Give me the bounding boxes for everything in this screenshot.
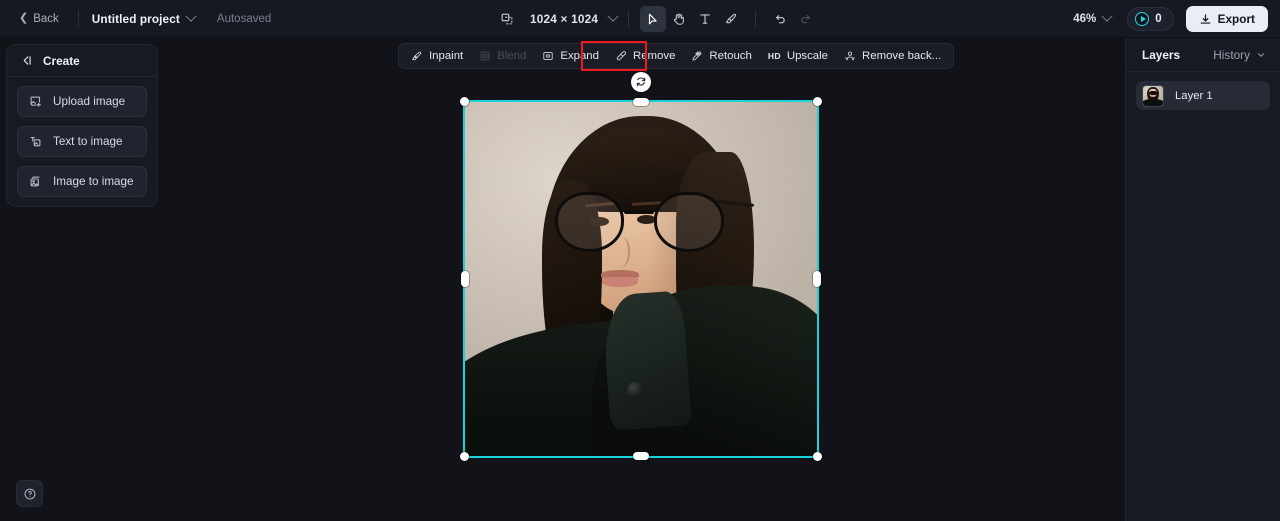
blend-button[interactable]: Blend (471, 46, 534, 66)
blend-label: Blend (497, 50, 527, 62)
image-to-image-icon (29, 175, 42, 188)
export-label: Export (1217, 12, 1255, 26)
hd-upscale-label: Upscale (786, 50, 829, 62)
upload-image-button[interactable]: Upload image (17, 86, 147, 117)
expand-button[interactable]: Expand (534, 46, 607, 66)
hd-upscale-button[interactable]: HD Upscale (760, 46, 836, 66)
project-name[interactable]: Untitled project (92, 12, 180, 26)
image-to-image-button[interactable]: Image to image (17, 166, 147, 197)
credit-coin-icon (1135, 12, 1150, 26)
back-label: Back (33, 12, 59, 25)
expand-label: Expand (560, 50, 599, 62)
resize-handle-left[interactable] (461, 271, 469, 287)
collapse-left-icon[interactable] (20, 54, 33, 67)
image-to-image-label: Image to image (53, 175, 134, 188)
upload-image-label: Upload image (53, 95, 126, 108)
tab-history[interactable]: History (1213, 48, 1266, 62)
chevron-left-icon: ❮ (19, 12, 29, 24)
layer-thumbnail (1142, 84, 1164, 107)
help-circle-icon (24, 488, 35, 499)
resize-handle-top-right[interactable] (813, 97, 822, 106)
create-panel: Create Upload image Text to image Image … (6, 44, 158, 207)
artwork-collar (601, 290, 692, 431)
canvas-size-chevron-down-icon[interactable] (607, 10, 619, 22)
inpaint-button[interactable]: Inpaint (403, 46, 471, 66)
app-root: ❮ Back Untitled project Autosaved 1024 ×… (0, 0, 1280, 521)
layers-panel: Layers History Layer 1 (1125, 38, 1280, 521)
text-to-image-button[interactable]: Text to image (17, 126, 147, 157)
canvas-size-label: 1024 × 1024 (530, 12, 599, 26)
retouch-icon (691, 50, 703, 62)
layer-row[interactable]: Layer 1 (1136, 81, 1270, 110)
remove-background-label: Remove back... (862, 50, 942, 62)
top-bar-left: ❮ Back Untitled project Autosaved (0, 9, 271, 29)
canvas-frame-icon[interactable] (494, 6, 520, 32)
chevron-down-icon (1258, 52, 1264, 57)
credits-badge[interactable]: 0 (1127, 7, 1174, 31)
create-panel-title: Create (43, 53, 80, 68)
zoom-level[interactable]: 46% (1073, 13, 1096, 25)
tab-history-label: History (1213, 47, 1250, 62)
divider (755, 10, 757, 28)
text-tool[interactable] (692, 6, 718, 32)
action-toolbar: Inpaint Blend Expand Remove Retouch HD U… (398, 43, 955, 69)
layers-panel-header: Layers History (1126, 38, 1280, 72)
rotate-icon (636, 77, 646, 87)
selection-frame[interactable] (460, 72, 822, 461)
remove-background-button[interactable]: Remove back... (836, 46, 949, 66)
remove-button[interactable]: Remove (607, 46, 683, 66)
upload-image-icon (29, 95, 42, 108)
tab-layers[interactable]: Layers (1142, 48, 1180, 62)
divider (77, 10, 79, 27)
artwork-glasses-bridge (624, 210, 655, 214)
artwork-coat-button (626, 381, 644, 398)
artwork-glasses (554, 192, 755, 253)
undo-tool[interactable] (767, 6, 793, 32)
create-panel-header: Create (7, 45, 157, 77)
expand-icon (542, 50, 554, 62)
artwork-image[interactable] (463, 100, 819, 458)
inpaint-label: Inpaint (429, 50, 464, 62)
help-button[interactable] (16, 480, 43, 507)
resize-handle-top[interactable] (633, 98, 649, 106)
rotate-handle[interactable] (631, 72, 651, 92)
divider (628, 10, 630, 28)
canvas-area[interactable] (0, 38, 1280, 521)
text-to-image-icon (29, 135, 42, 148)
resize-handle-bottom[interactable] (633, 452, 649, 460)
resize-handle-bottom-left[interactable] (460, 452, 469, 461)
zoom-chevron-down-icon[interactable] (1101, 10, 1113, 22)
redo-tool[interactable] (793, 6, 819, 32)
credits-count: 0 (1155, 13, 1162, 25)
inpaint-icon (411, 50, 423, 62)
artwork-lip-bottom (601, 276, 639, 287)
top-bar-tools: 1024 × 1024 (494, 0, 819, 38)
hd-upscale-icon: HD (767, 51, 781, 61)
autosave-status: Autosaved (216, 12, 272, 25)
top-bar: ❮ Back Untitled project Autosaved 1024 ×… (0, 0, 1280, 38)
hand-tool[interactable] (666, 6, 692, 32)
remove-icon (615, 50, 627, 62)
resize-handle-top-left[interactable] (460, 97, 469, 106)
brush-tool[interactable] (718, 6, 744, 32)
chevron-down-icon[interactable] (185, 10, 197, 22)
back-button[interactable]: ❮ Back (13, 9, 65, 29)
text-to-image-label: Text to image (53, 135, 123, 148)
top-bar-right: 46% 0 Export (1073, 0, 1268, 38)
retouch-button[interactable]: Retouch (683, 46, 759, 66)
select-tool[interactable] (640, 6, 667, 32)
remove-label: Remove (632, 50, 676, 62)
resize-handle-right[interactable] (813, 271, 821, 287)
retouch-label: Retouch (709, 50, 752, 62)
blend-icon (479, 50, 491, 62)
layer-name: Layer 1 (1175, 89, 1213, 102)
artwork-lens-right (654, 192, 724, 253)
export-button[interactable]: Export (1185, 6, 1268, 32)
download-icon (1200, 13, 1210, 24)
remove-background-icon (844, 50, 856, 62)
resize-handle-bottom-right[interactable] (813, 452, 822, 461)
